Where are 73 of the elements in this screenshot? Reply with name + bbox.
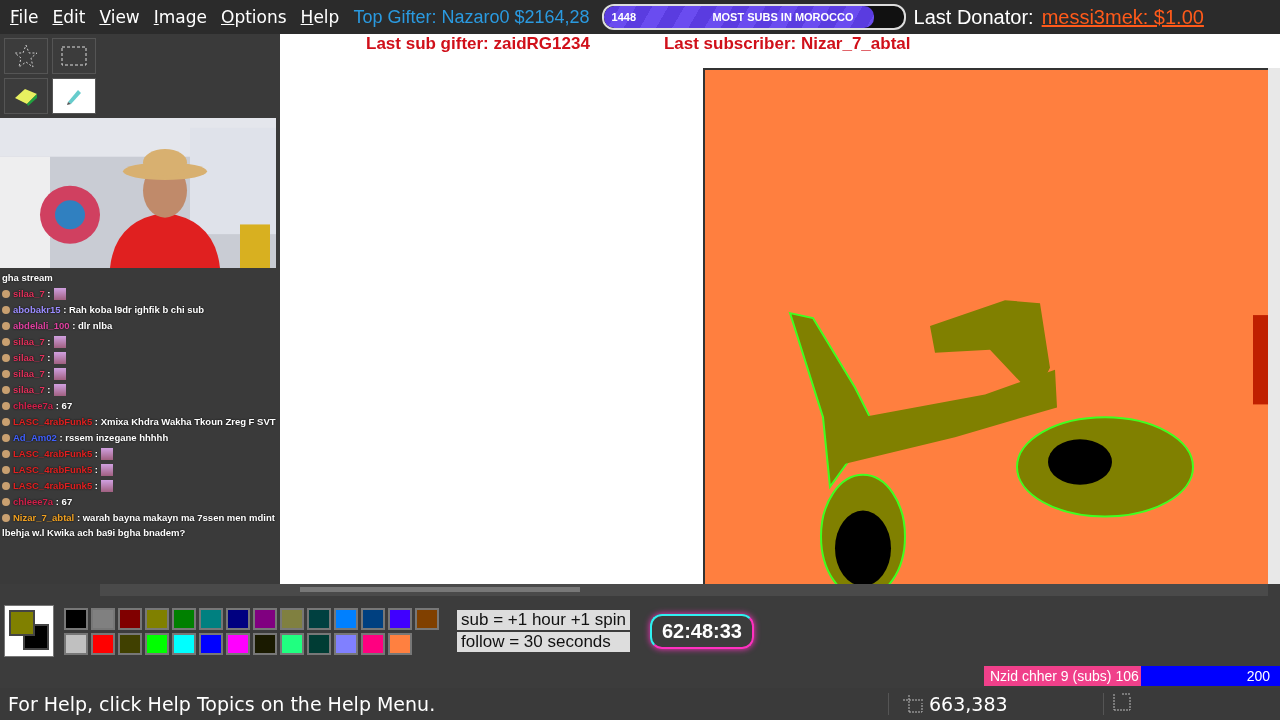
color-swatch[interactable]: [199, 632, 223, 655]
sub-goal-count: 106: [1115, 668, 1139, 684]
color-swatch[interactable]: [91, 632, 115, 655]
rect-select-icon: [61, 46, 87, 66]
chat-message: silaa_7 :: [2, 366, 278, 381]
menu-item[interactable]: Image: [147, 7, 213, 27]
color-swatch[interactable]: [64, 607, 88, 630]
color-swatch[interactable]: [145, 632, 169, 655]
color-swatch[interactable]: [118, 607, 142, 630]
chat-message: gha stream: [2, 271, 54, 285]
sub-goal-label: Nzid chher 9 (subs): [990, 668, 1112, 684]
color-swatch[interactable]: [361, 632, 385, 655]
donator-label: Last Donator:: [913, 5, 1034, 29]
color-swatch[interactable]: [388, 607, 412, 630]
color-swatch[interactable]: [145, 607, 169, 630]
menu-item[interactable]: Edit: [46, 7, 92, 27]
selection-size-icon: [1112, 693, 1132, 711]
color-selector[interactable]: [4, 605, 54, 657]
top-gifter-text: Top Gifter: Nazaro0 $2164,28: [353, 6, 590, 28]
color-swatch[interactable]: [172, 607, 196, 630]
menu-item[interactable]: View: [93, 7, 146, 27]
timer: 62:48:33: [649, 613, 754, 649]
menu-item[interactable]: File: [4, 7, 45, 27]
color-swatch[interactable]: [280, 607, 304, 630]
color-swatch[interactable]: [172, 632, 196, 655]
chat-message: LASC_4rabFunk5 :: [2, 462, 278, 477]
chat-message: silaa_7 :: [2, 382, 278, 397]
chat-message: Nizar_7_abtal : warah bayna makayn ma 7ssen men mdint lbehja w.l Kwika ach ba9i bgha bnadem?: [2, 511, 276, 540]
color-swatch[interactable]: [253, 632, 277, 655]
color-swatch[interactable]: [226, 632, 250, 655]
color-swatch[interactable]: [388, 632, 412, 655]
chat-message: Ad_Am02 : rssem inzegane hhhhh: [2, 430, 278, 445]
chat-message: chleee7a : 67: [2, 398, 278, 413]
goal-label: MOST SUBS IN MOROCCO: [712, 11, 854, 23]
donator-name: messi3mek: $1.00: [1041, 5, 1204, 29]
menu-item[interactable]: Options: [215, 7, 293, 27]
color-swatch[interactable]: [91, 607, 115, 630]
color-swatch[interactable]: [415, 607, 439, 630]
color-swatch[interactable]: [334, 632, 358, 655]
chat-message: chleee7a : 67: [2, 494, 278, 509]
color-swatch[interactable]: [226, 607, 250, 630]
tool-button[interactable]: [4, 78, 48, 114]
color-swatch[interactable]: [280, 632, 304, 655]
goal-count: 1448: [611, 11, 637, 23]
color-swatch[interactable]: [307, 607, 331, 630]
color-swatch[interactable]: [118, 632, 142, 655]
cursor-position-icon: [903, 695, 923, 713]
chat-message: LASC_4rabFunk5 :: [2, 446, 278, 461]
scrollbar[interactable]: [100, 584, 1268, 596]
cursor-position: 663,383: [929, 693, 1008, 715]
last-subscriber: Last subscriber: Nizar_7_abtal: [663, 34, 911, 54]
color-swatch[interactable]: [361, 607, 385, 630]
chat-message: abobakr15 : Rah koba l9dr ighfik b chi sub: [2, 302, 278, 317]
color-swatch[interactable]: [334, 607, 358, 630]
color-swatch[interactable]: [253, 607, 277, 630]
chat-message: abdelali_100 : dlr nlba: [2, 318, 278, 333]
eraser-icon: [13, 86, 39, 106]
status-text: For Help, click Help Topics on the Help Menu.: [7, 693, 437, 715]
scrollbar[interactable]: [1268, 68, 1280, 584]
chat-message: LASC_4rabFunk5 :: [2, 478, 278, 493]
color-swatch[interactable]: [199, 607, 223, 630]
chat-message: LASC_4rabFunk5 : Xmixa Khdra Wakha Tkoun Zreg F SVT: [2, 414, 278, 429]
chat-message: silaa_7 :: [2, 350, 278, 365]
chat-message: silaa_7 :: [2, 334, 278, 349]
last-sub-gifter: Last sub gifter: zaidRG1234: [366, 34, 590, 54]
sub-goal-target: 200: [1246, 668, 1270, 684]
color-swatch[interactable]: [307, 632, 331, 655]
color-swatch[interactable]: [64, 632, 88, 655]
canvas-drawing[interactable]: [703, 68, 1268, 586]
star-select-icon: [13, 43, 39, 69]
tool-button[interactable]: [52, 78, 96, 114]
menu-item[interactable]: Help: [294, 7, 346, 27]
chat-message: silaa_7 :: [2, 286, 278, 301]
